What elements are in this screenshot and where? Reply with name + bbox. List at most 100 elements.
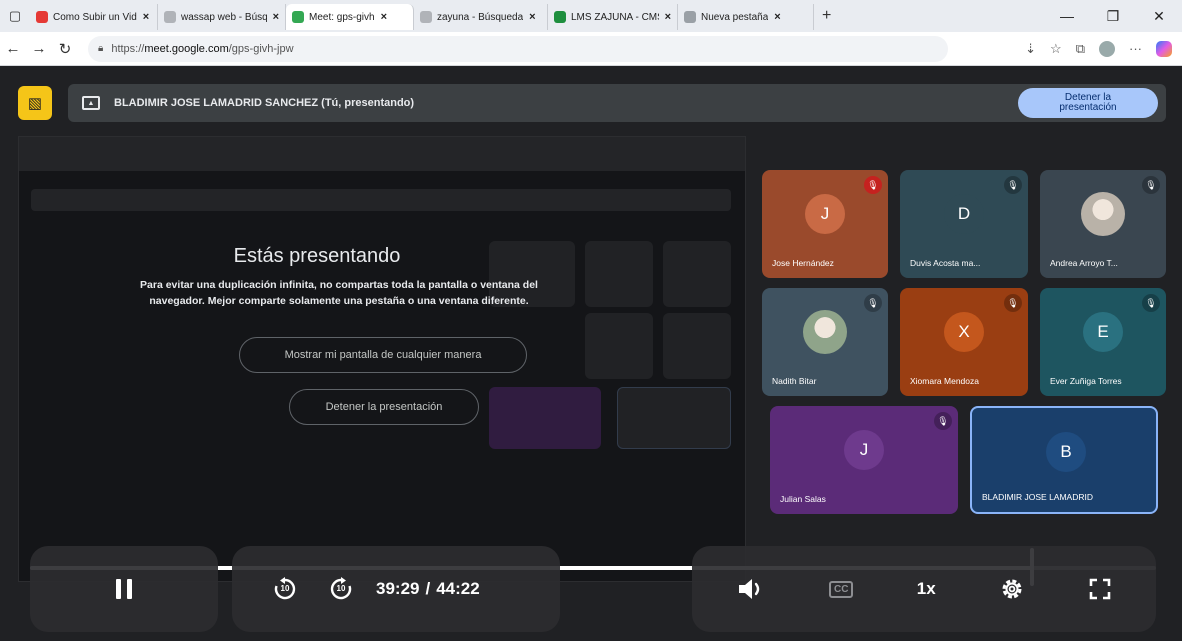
participant-avatar: E [1083,312,1123,352]
tab-close-icon[interactable]: × [273,11,279,23]
profile-avatar[interactable] [1099,40,1115,57]
tab-favicon-icon [292,11,304,23]
total-time: 44:22 [436,579,480,598]
tab-favicon-icon [164,11,176,23]
participant-tile[interactable]: B BLADIMIR JOSE LAMADRID [970,406,1158,514]
participant-photo [803,310,847,354]
rewind-10-icon[interactable]: 10 [272,576,298,602]
collections-icon[interactable]: ⧉ [1076,41,1085,57]
tab-close-icon[interactable]: × [529,11,535,23]
participant-name: Ever Zuñiga Torres [1050,376,1122,386]
participant-tile[interactable]: D 🎙︎ Duvis Acosta ma... [900,170,1028,278]
fullscreen-icon[interactable] [1088,577,1112,601]
stop-presenting-inner-button[interactable]: Detener la presentación [289,389,479,425]
tab-list: Como Subir un Vid × wassap web - Búsq × Meet… [30,0,814,32]
browser-tab[interactable]: zayuna - Búsqueda × [414,4,548,30]
close-window-icon[interactable]: ✕ [1136,8,1182,25]
favorite-star-icon[interactable]: ☆ [1050,41,1062,57]
tab-actions-icon[interactable]: ▢ [0,0,30,32]
tab-title: Como Subir un Vid [53,11,137,23]
mirrored-tile [617,387,731,449]
url-field[interactable]: 🔒︎ https://meet.google.com/gps-givh-jpw [88,35,948,62]
address-bar-row: ← → ↻ 🔒︎ https://meet.google.com/gps-giv… [0,32,1182,66]
participant-name: Xiomara Mendoza [910,376,979,386]
participant-tile[interactable]: X 🎙︎ Xiomara Mendoza [900,288,1028,396]
time-separator: / [425,579,431,598]
participant-tile[interactable]: 🎙︎ Andrea Arroyo T... [1040,170,1166,278]
captions-button[interactable]: CC [828,580,854,598]
participant-tile[interactable]: J 🎙︎ Julian Salas [770,406,958,514]
mirrored-tile [585,313,653,379]
tab-close-icon[interactable]: × [665,11,671,23]
more-icon[interactable]: ··· [1129,41,1142,56]
tab-favicon-icon [420,11,432,23]
download-icon[interactable]: ⇣ [1025,41,1036,57]
presenting-warning: Para evitar una duplicación infinita, no… [140,279,538,307]
tab-close-icon[interactable]: × [143,11,149,23]
participant-avatar: J [844,430,884,470]
participant-name: Jose Hernández [772,258,834,268]
participant-name: Julian Salas [780,494,826,504]
mirrored-browser-chrome [19,137,745,171]
tab-close-icon[interactable]: × [381,11,387,23]
participant-tile[interactable]: 🎙︎ Nadith Bitar [762,288,888,396]
camera-off-icon[interactable]: ▧ [18,86,52,120]
tab-title: Meet: gps-givh [309,11,375,23]
settings-gear-icon[interactable] [999,576,1025,602]
mirrored-tile [489,387,601,449]
mic-off-icon: 🎙︎ [1004,294,1022,312]
browser-tab[interactable]: Nueva pestaña × [678,4,814,30]
tab-close-icon[interactable]: × [774,11,780,23]
copilot-icon[interactable] [1156,40,1172,57]
participant-name: Duvis Acosta ma... [910,258,981,268]
show-screen-anyway-button[interactable]: Mostrar mi pantalla de cualquier manera [239,337,527,373]
screen: ▢ Como Subir un Vid × wassap web - Búsq × Me… [0,0,1182,641]
stop-presenting-button[interactable]: Detener la presentación [1018,88,1158,118]
participant-tile[interactable]: J 🎙︎ Jose Hernández [762,170,888,278]
mirrored-tile [663,313,731,379]
new-tab-button[interactable]: + [814,7,839,25]
reload-icon[interactable]: ↻ [52,40,78,58]
pause-button[interactable] [114,577,134,601]
present-screen-icon: ▲ [82,96,100,110]
play-controls [30,546,218,632]
tab-title: LMS ZAJUNA - CMS [571,11,659,23]
lock-icon: 🔒︎ [98,43,104,54]
restore-icon[interactable]: ❐ [1090,8,1136,25]
mic-off-icon: 🎙︎ [1142,176,1160,194]
participant-avatar: B [1046,432,1086,472]
tab-title: zayuna - Búsqueda [437,11,524,23]
playback-speed-button[interactable]: 1x [917,579,936,599]
forward-seconds: 10 [336,584,346,593]
browser-tab[interactable]: Meet: gps-givh × [286,4,414,30]
current-time: 39:29 [376,579,420,598]
browser-tab[interactable]: LMS ZAJUNA - CMS × [548,4,678,30]
mic-off-icon: 🎙︎ [1142,294,1160,312]
browser-tab[interactable]: Como Subir un Vid × [30,4,158,30]
mic-off-icon: 🎙︎ [1004,176,1022,194]
mic-off-icon: 🎙︎ [864,294,882,312]
volume-icon[interactable] [736,576,766,602]
participant-avatar: J [805,194,845,234]
participant-name: Nadith Bitar [772,376,817,386]
tab-title: Nueva pestaña [701,11,769,23]
mic-off-icon: 🎙︎ [864,176,882,194]
forward-icon[interactable]: → [26,40,52,57]
browser-tab[interactable]: wassap web - Búsq × [158,4,286,30]
presenter-name: BLADIMIR JOSE LAMADRID SANCHEZ (Tú, pres… [114,97,415,109]
tab-favicon-icon [36,11,48,23]
mic-off-icon: 🎙︎ [934,412,952,430]
browser-toolbar-right: ⇣ ☆ ⧉ ··· [1025,40,1182,57]
tab-favicon-icon [684,11,696,23]
forward-10-icon[interactable]: 10 [328,576,354,602]
participant-name: Andrea Arroyo T... [1050,258,1118,268]
participant-photo [1081,192,1125,236]
minimize-icon[interactable]: — [1044,8,1090,24]
participant-name: BLADIMIR JOSE LAMADRID [982,492,1093,502]
playback-time: 39:29 / 44:22 [376,579,480,599]
participant-tile[interactable]: E 🎙︎ Ever Zuñiga Torres [1040,288,1166,396]
back-icon[interactable]: ← [0,40,26,57]
url-path: /gps-givh-jpw [228,42,294,55]
tab-favicon-icon [554,11,566,23]
browser-tab-strip: ▢ Como Subir un Vid × wassap web - Búsq × Me… [0,0,1182,32]
